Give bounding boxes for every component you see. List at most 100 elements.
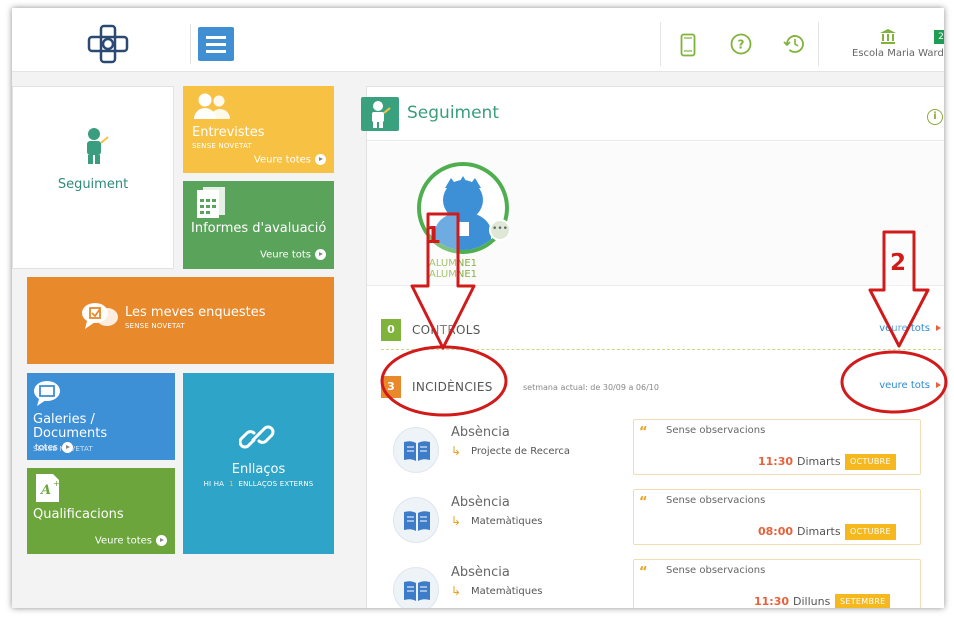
tile-enquestes-title: Les meves enquestes — [125, 305, 266, 320]
tile-galeries[interactable]: Galeries / Documents SENSE NOVETAT totes — [27, 373, 175, 460]
incident-item[interactable]: Absència ↳ Projecte de Recerca “ Sense o… — [367, 419, 944, 489]
incident-month: OCTUBRE — [845, 454, 896, 470]
controls-section: 0 CONTROLS veure tots — [381, 319, 941, 345]
tile-enquestes[interactable]: Les meves enquestes SENSE NOVETAT — [27, 277, 334, 364]
tile-seguiment[interactable]: Seguiment — [12, 86, 174, 269]
menu-icon-line — [206, 50, 226, 53]
subject-arrow-icon: ↳ — [451, 444, 462, 458]
incident-type: Absència — [451, 425, 510, 440]
incident-observation: Sense observacions — [666, 565, 766, 576]
svg-text:A: A — [39, 483, 51, 498]
student-name-line2: ALUMNE1 — [429, 269, 478, 280]
student-name-line1: ALUMNE1 — [429, 258, 478, 269]
header-divider — [190, 24, 191, 64]
student-icon — [372, 101, 391, 128]
links-prefix: HI HA — [203, 480, 225, 488]
links-suffix: ENLLAÇOS EXTERNS — [238, 480, 314, 488]
tile-enllacos[interactable]: Enllaços HI HA 1 ENLLAÇOS EXTERNS — [183, 373, 334, 554]
school-icon[interactable] — [879, 28, 897, 45]
panel-title: Seguiment — [407, 103, 499, 123]
tile-enllacos-title: Enllaços — [231, 462, 286, 477]
tile-qualificacions-more-link[interactable]: Veure totes — [95, 535, 167, 547]
quote-icon: “ — [639, 425, 648, 440]
incident-subject: Projecte de Recerca — [471, 446, 571, 457]
incident-time: 11:30 — [758, 455, 794, 468]
notification-badge[interactable]: 2 — [934, 30, 944, 44]
incident-card: “ Sense observacions 11:30 Dilluns SETEM… — [633, 559, 921, 608]
school-name[interactable]: Escola Maria Ward — [852, 48, 944, 59]
tile-qualificacions[interactable]: A + Qualificacions Veure totes — [27, 468, 175, 554]
incident-month: OCTUBRE — [845, 524, 896, 540]
tile-informes[interactable]: Informes d'avaluació Veure tots — [183, 181, 334, 269]
incident-card: “ Sense observacions 11:30 Dimarts OCTUB… — [633, 419, 921, 475]
incident-card: “ Sense observacions 08:00 Dimarts OCTUB… — [633, 489, 921, 545]
links-count: 1 — [229, 480, 234, 488]
header-divider — [818, 22, 819, 66]
info-icon[interactable]: i — [927, 109, 943, 125]
tile-enllacos-status: HI HA 1 ENLLAÇOS EXTERNS — [183, 480, 334, 488]
svg-text:?: ? — [738, 38, 745, 52]
panel-header: Seguiment i — [361, 87, 944, 141]
gallery-chat-icon — [34, 381, 60, 406]
tile-galeries-title-line1: Galeries / — [33, 412, 95, 427]
quote-icon: “ — [639, 565, 648, 580]
play-icon — [156, 535, 167, 546]
app-logo-icon[interactable] — [86, 24, 130, 64]
header-divider — [660, 22, 661, 66]
tile-galeries-title-line2: Documents — [33, 426, 108, 441]
book-icon — [393, 567, 439, 608]
top-bar: ? Escola Maria Ward 2 — [12, 8, 944, 72]
incident-day: Dimarts — [797, 525, 841, 538]
survey-chat-icon — [82, 303, 118, 329]
quote-icon: “ — [639, 495, 648, 510]
play-icon — [61, 442, 73, 453]
more-link-label: Veure totes — [253, 154, 311, 166]
history-icon[interactable] — [782, 33, 806, 55]
tile-entrevistes-title: Entrevistes — [192, 125, 265, 140]
people-icon — [194, 93, 230, 119]
tile-seguiment-label: Seguiment — [57, 177, 129, 192]
incidencies-section: 3 INCIDÈNCIES setmana actual: de 30/09 a… — [381, 376, 941, 402]
subject-arrow-icon: ↳ — [451, 584, 462, 598]
section-divider — [381, 349, 941, 350]
app-window: ? Escola Maria Ward 2 Seguiment Entrevis… — [12, 8, 944, 608]
avatar-more-icon[interactable]: ••• — [489, 219, 511, 241]
more-link-label: totes — [35, 443, 58, 453]
controls-count-badge: 0 — [381, 319, 401, 341]
play-icon — [315, 154, 326, 165]
student-profile: ••• ALUMNE1 ALUMNE1 — [367, 142, 944, 286]
incidencies-more-link[interactable]: veure tots — [879, 380, 941, 391]
incidencies-title: INCIDÈNCIES — [412, 380, 493, 394]
tile-entrevistes-status: SENSE NOVETAT — [192, 142, 252, 150]
tile-qualificacions-title: Qualificacions — [33, 507, 124, 522]
svg-text:+: + — [53, 479, 60, 488]
report-icon — [197, 187, 225, 218]
tile-galeries-more-link[interactable]: totes — [35, 442, 73, 453]
more-link-label: Veure tots — [260, 249, 311, 261]
incident-item[interactable]: Absència ↳ Matemàtiques “ Sense observac… — [367, 489, 944, 559]
incident-observation: Sense observacions — [666, 425, 766, 436]
tile-entrevistes[interactable]: Entrevistes SENSE NOVETAT Veure totes — [183, 86, 334, 173]
incident-time: 08:00 — [758, 525, 794, 538]
tile-informes-title: Informes d'avaluació — [191, 221, 327, 236]
tile-entrevistes-more-link[interactable]: Veure totes — [254, 154, 326, 166]
help-icon[interactable]: ? — [730, 33, 752, 55]
student-icon — [87, 128, 109, 164]
incidencies-week: setmana actual: de 30/09 a 06/10 — [523, 383, 659, 392]
incident-type: Absència — [451, 495, 510, 510]
book-icon — [393, 427, 439, 473]
play-icon — [315, 249, 326, 260]
book-icon — [393, 497, 439, 543]
controls-more-link[interactable]: veure tots — [879, 323, 941, 334]
screenshot-frame: ? Escola Maria Ward 2 Seguiment Entrevis… — [0, 0, 954, 635]
annotation-label-1: 1 — [425, 223, 442, 249]
incident-subject: Matemàtiques — [471, 516, 543, 527]
incident-item[interactable]: Absència ↳ Matemàtiques “ Sense observac… — [367, 559, 944, 608]
incident-type: Absència — [451, 565, 510, 580]
tablet-icon[interactable] — [680, 33, 696, 57]
menu-icon — [206, 36, 226, 39]
menu-button[interactable] — [198, 27, 234, 61]
tile-informes-more-link[interactable]: Veure tots — [260, 249, 326, 261]
incident-time: 11:30 — [754, 595, 790, 608]
controls-title: CONTROLS — [412, 323, 481, 337]
